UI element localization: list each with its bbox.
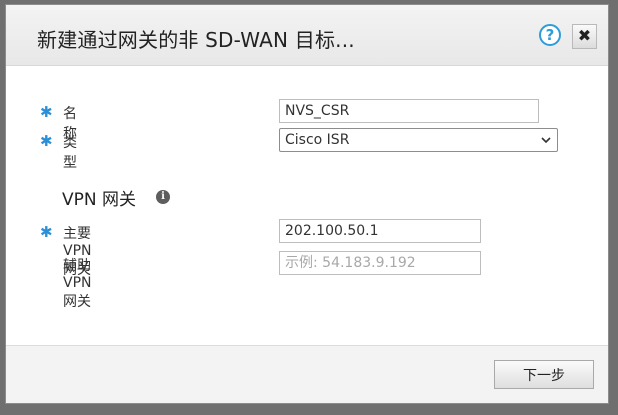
required-asterisk-icon: ✱ — [40, 223, 53, 241]
type-select-value: Cisco ISR — [285, 132, 350, 148]
info-icon[interactable]: i — [156, 190, 170, 204]
type-label: 类型 — [63, 135, 77, 171]
chevron-down-icon — [541, 137, 551, 144]
close-icon[interactable]: ✖ — [572, 24, 597, 49]
secondary-vpn-label: 辅助 VPN 网关 — [63, 258, 92, 310]
dialog-title: 新建通过网关的非 SD-WAN 目标... — [37, 28, 355, 52]
vpn-section-title: VPN 网关 — [62, 190, 137, 210]
help-icon[interactable]: ? — [539, 24, 561, 46]
name-input[interactable] — [279, 99, 539, 123]
type-select[interactable]: Cisco ISR — [279, 128, 558, 152]
secondary-vpn-input[interactable] — [279, 251, 481, 275]
primary-vpn-input[interactable] — [279, 219, 481, 243]
required-asterisk-icon: ✱ — [40, 103, 53, 121]
required-asterisk-icon: ✱ — [40, 132, 53, 150]
next-button[interactable]: 下一步 — [494, 360, 594, 389]
new-non-sdwan-destination-dialog: 新建通过网关的非 SD-WAN 目标... ? ✖ ✱ 名称 ✱ 类型 Cisc… — [5, 4, 609, 404]
dialog-footer: 下一步 — [6, 345, 608, 403]
dialog-header: 新建通过网关的非 SD-WAN 目标... ? ✖ — [6, 5, 608, 66]
